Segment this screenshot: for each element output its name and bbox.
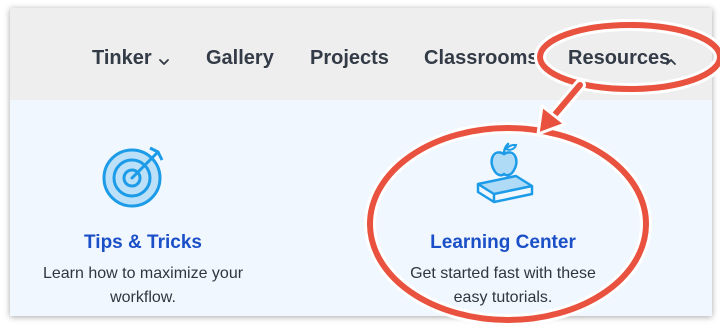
tips-desc-line2: workflow. — [110, 289, 176, 306]
nav-gallery[interactable]: Gallery — [206, 47, 274, 70]
resources-dropdown-screenshot: Tinker Gallery Projects Classrooms Resou… — [10, 8, 712, 316]
tips-title[interactable]: Tips & Tricks — [10, 232, 288, 254]
nav-classrooms[interactable]: Classrooms — [424, 47, 539, 70]
learning-title[interactable]: Learning Center — [358, 232, 648, 254]
chevron-up-icon[interactable] — [665, 56, 677, 68]
tips-desc-line1: Learn how to maximize your — [42, 265, 244, 282]
learning-description: Get started fast with these easy tutoria… — [358, 262, 648, 310]
tips-description: Learn how to maximize your workflow. — [10, 262, 288, 310]
nav-resources[interactable]: Resources — [568, 47, 670, 70]
nav-projects[interactable]: Projects — [310, 47, 389, 70]
target-icon — [102, 146, 164, 208]
top-navbar: Tinker Gallery Projects Classrooms Resou… — [10, 8, 712, 100]
learning-desc-line2: easy tutorials. — [453, 289, 553, 306]
chevron-down-icon[interactable] — [158, 56, 170, 68]
apple-book-icon — [476, 142, 534, 204]
learning-desc-line1: Get started fast with these — [410, 265, 596, 282]
nav-tinker[interactable]: Tinker — [92, 47, 152, 70]
